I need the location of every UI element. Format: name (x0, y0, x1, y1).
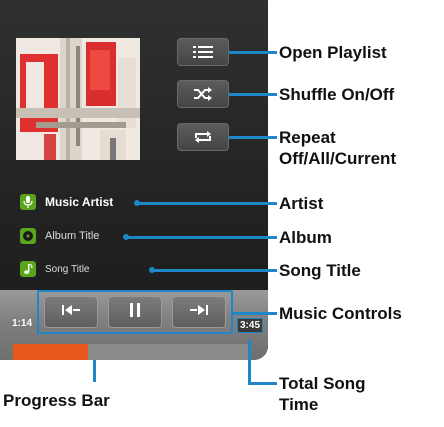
shuffle-icon (193, 87, 213, 101)
pause-button[interactable] (108, 296, 162, 328)
label-progress-bar: Progress Bar (3, 391, 110, 410)
label-shuffle: Shuffle On/Off (279, 85, 395, 104)
label-artist: Artist (279, 194, 324, 213)
callout-line-album (126, 236, 277, 239)
total-time: 3:45 (237, 318, 264, 333)
callout-line-total-time (248, 382, 277, 385)
artist-name: Music Artist (45, 195, 114, 209)
disc-icon (20, 228, 36, 244)
callout-line-shuffle (229, 93, 277, 96)
label-song-title: Song Title (279, 261, 361, 280)
shuffle-button[interactable] (177, 80, 229, 108)
label-total-song-line2: Time (279, 395, 319, 414)
album-title: Album Title (45, 230, 100, 242)
album-art (16, 38, 140, 160)
label-album: Album (279, 228, 332, 247)
microphone-icon (20, 194, 36, 210)
label-music-controls: Music Controls (279, 304, 402, 323)
elapsed-time: 1:14 (12, 318, 33, 329)
callout-line-progress (93, 360, 96, 382)
callout-line-artist (137, 202, 277, 205)
callout-line-total-time-vertical (248, 340, 251, 384)
label-repeat-line1: Repeat (279, 128, 336, 147)
callout-line-song (152, 269, 277, 272)
next-track-icon (188, 303, 210, 321)
repeat-icon (193, 130, 213, 144)
previous-track-button[interactable] (44, 296, 98, 328)
music-player-screen: Music Artist Album Title Song Title 1:14… (0, 0, 268, 360)
label-repeat-line2: Off/All/Current (279, 149, 397, 168)
pause-icon (129, 302, 141, 323)
label-total-song-line1: Total Song (279, 374, 366, 393)
open-playlist-button[interactable] (177, 38, 229, 66)
previous-track-icon (60, 303, 82, 321)
next-track-button[interactable] (172, 296, 226, 328)
song-row: Song Title (20, 259, 89, 279)
progress-bar[interactable] (13, 344, 248, 360)
callout-line-controls (233, 312, 277, 315)
playlist-icon (193, 45, 213, 59)
album-row: Album Title (20, 226, 99, 246)
progress-fill (13, 344, 89, 360)
artist-row: Music Artist (20, 192, 113, 212)
callout-line-playlist (229, 51, 277, 54)
callout-line-repeat (229, 136, 277, 139)
repeat-button[interactable] (177, 123, 229, 151)
music-note-icon (20, 261, 36, 277)
label-open-playlist: Open Playlist (279, 43, 387, 62)
song-title: Song Title (45, 263, 90, 275)
